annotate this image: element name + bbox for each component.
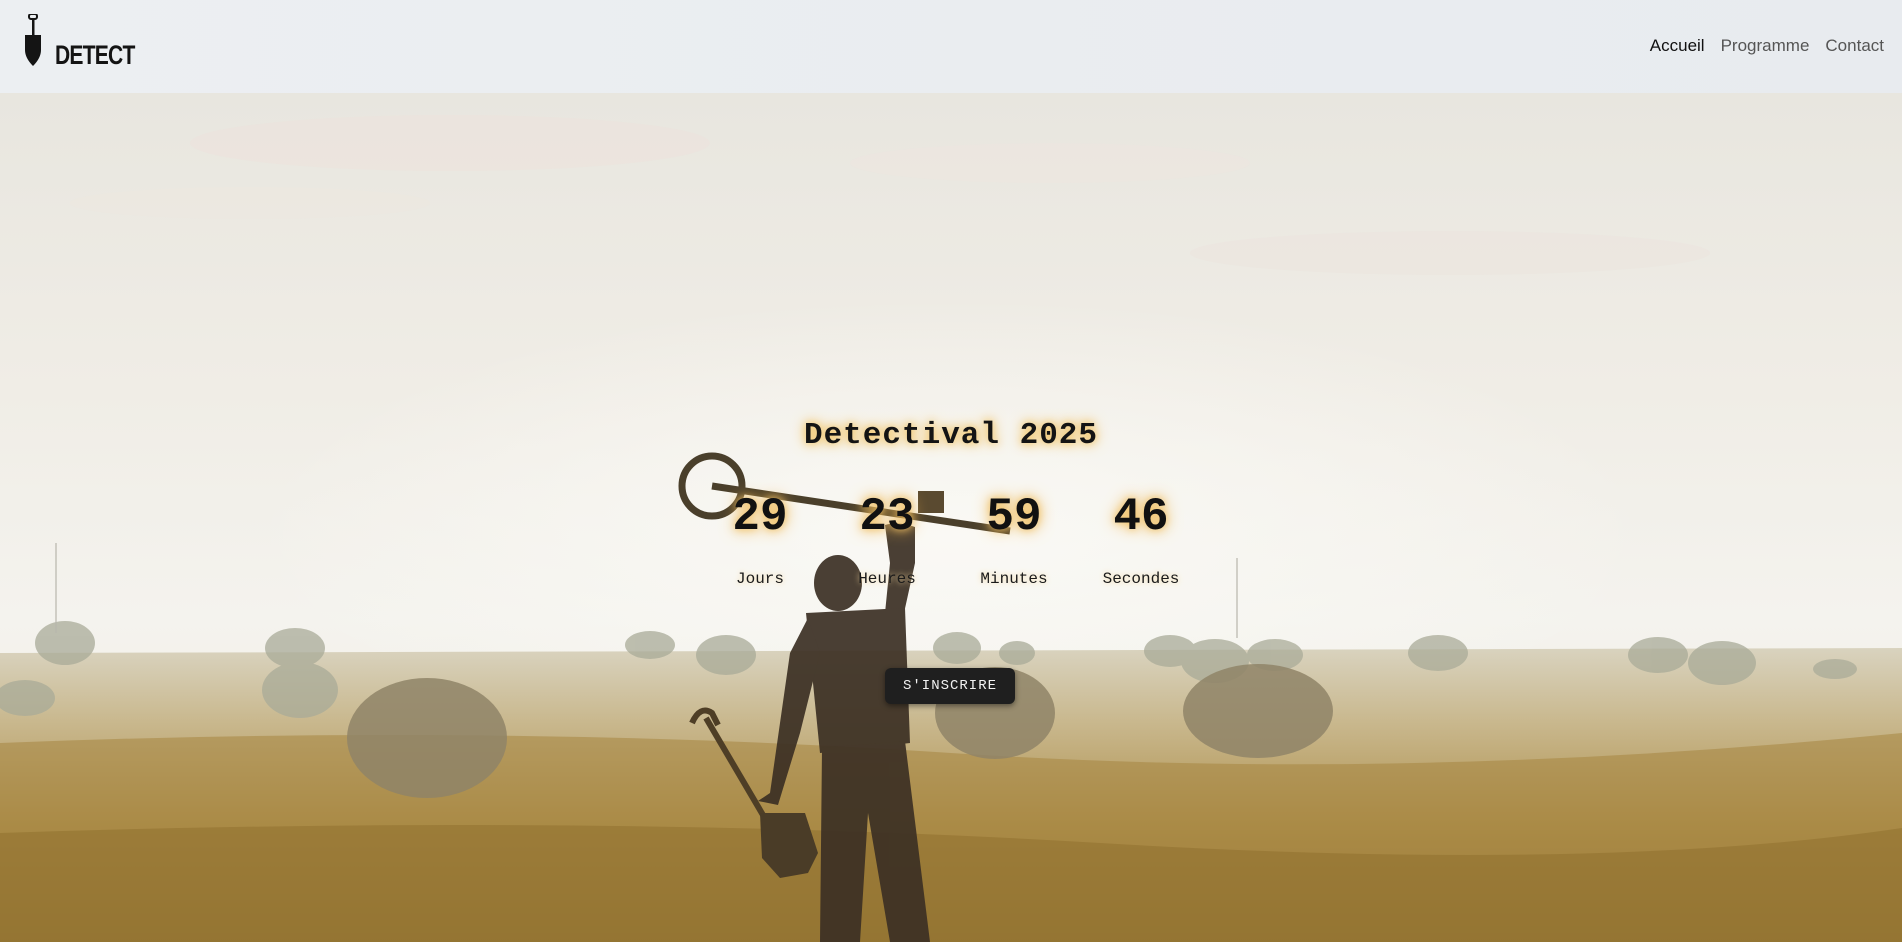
countdown-hours: 23 Heures <box>817 488 957 588</box>
event-title: Detectival 2025 <box>803 418 1099 453</box>
countdown-minutes: 59 Minutes <box>944 488 1084 588</box>
countdown-days-label: Jours <box>735 570 784 588</box>
nav-item-accueil[interactable]: Accueil <box>1650 36 1705 56</box>
countdown-hours-value: 23 <box>859 491 915 543</box>
countdown-days-value: 29 <box>732 491 788 543</box>
main-nav: Accueil Programme Contact <box>1634 36 1884 56</box>
nav-item-contact[interactable]: Contact <box>1825 36 1884 56</box>
site-header: DETECT Accueil Programme Contact <box>0 0 1902 93</box>
countdown-hours-label: Heures <box>858 570 916 588</box>
countdown-seconds-value: 46 <box>1113 491 1169 543</box>
countdown-minutes-value: 59 <box>986 491 1042 543</box>
countdown-days: 29 Jours <box>690 488 830 588</box>
nav-item-programme[interactable]: Programme <box>1721 36 1810 56</box>
hero-section: Detectival 2025 29 Jours 23 Heures 59 Mi… <box>0 93 1902 942</box>
countdown-minutes-label: Minutes <box>980 570 1048 588</box>
logo-link[interactable]: DETECT <box>24 13 135 70</box>
register-button[interactable]: S'INSCRIRE <box>885 668 1015 704</box>
countdown-seconds: 46 Secondes <box>1071 488 1211 588</box>
countdown-seconds-label: Secondes <box>1102 570 1180 588</box>
logo-text: DETECT <box>55 40 135 70</box>
